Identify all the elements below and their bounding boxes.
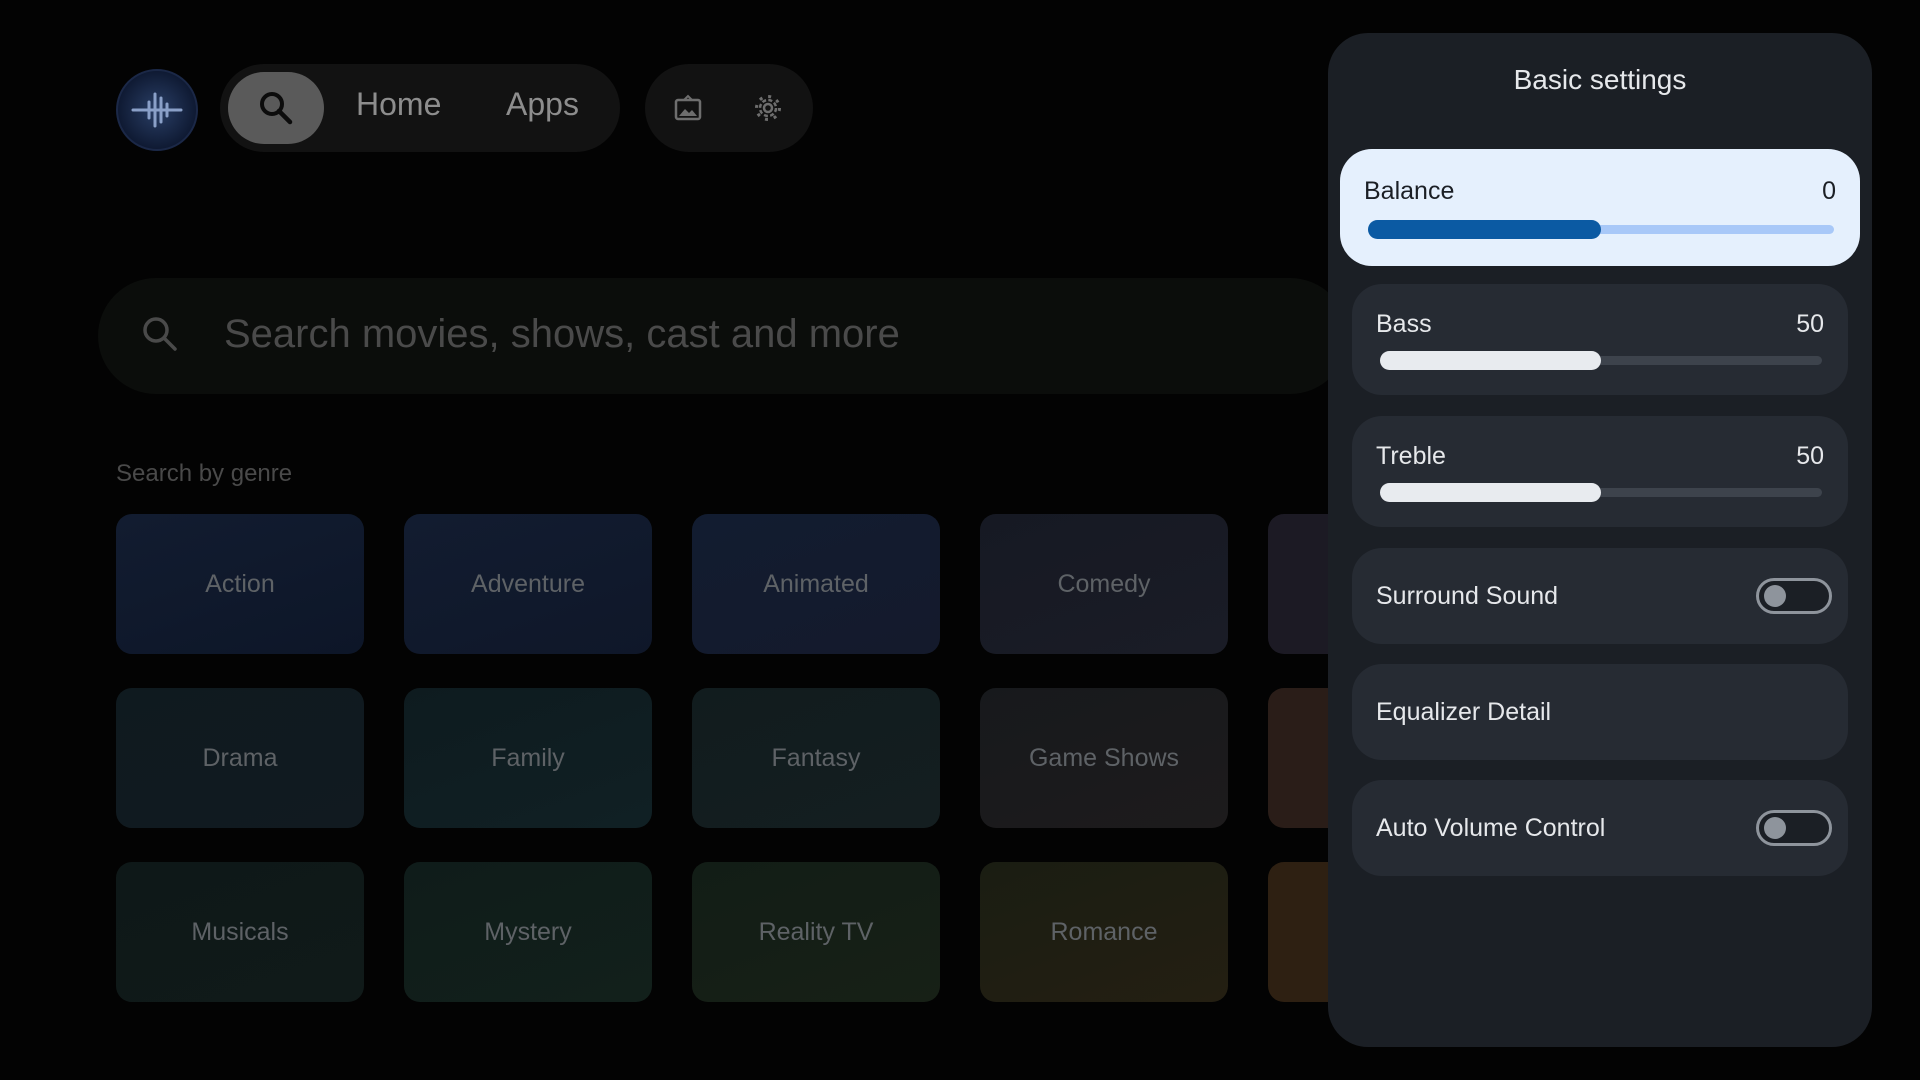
toggle-knob [1764,585,1786,607]
gear-icon [755,95,781,121]
tv-screen: Home Apps Search movies, shows, cast and… [0,0,1920,1080]
nav-search-button[interactable] [228,72,324,144]
genre-tile-partial[interactable] [1268,862,1328,1002]
genre-tile[interactable]: Musicals [116,862,364,1002]
balance-label: Balance [1364,177,1455,205]
settings-button[interactable] [748,88,788,128]
nav-home-tab[interactable]: Home [356,86,441,123]
genre-label: Action [205,569,275,598]
genre-label: Family [491,743,565,772]
bass-label: Bass [1376,310,1432,338]
genre-tile[interactable]: Mystery [404,862,652,1002]
balance-slider-row[interactable]: Balance 0 [1340,149,1860,266]
panel-title: Basic settings [1513,64,1687,95]
genre-tile[interactable]: Game Shows [980,688,1228,828]
genre-tile-partial[interactable] [1268,514,1328,654]
auto-volume-control-row[interactable]: Auto Volume Control [1352,780,1848,876]
genre-label: Game Shows [1028,743,1180,772]
balance-slider-track[interactable] [1368,220,1834,239]
surround-sound-row[interactable]: Surround Sound [1352,548,1848,644]
profile-avatar[interactable] [116,69,198,151]
genre-heading: Search by genre [116,460,293,487]
surround-sound-toggle[interactable] [1756,578,1832,614]
treble-label: Treble [1376,442,1446,470]
bass-slider-track[interactable] [1380,351,1822,370]
equalizer-detail-row[interactable]: Equalizer Detail [1352,664,1848,760]
genre-label: Mystery [484,917,572,946]
genre-tile[interactable]: Adventure [404,514,652,654]
toggle-knob [1764,817,1786,839]
ambient-mode-button[interactable] [668,88,708,128]
surround-sound-label: Surround Sound [1376,582,1559,610]
genre-tile[interactable]: Animated [692,514,940,654]
genre-tile-partial[interactable] [1268,688,1328,828]
genre-tile[interactable]: Action [116,514,364,654]
search-field-icon [140,314,180,354]
bass-value: 50 [1796,310,1824,338]
genre-tile[interactable]: Reality TV [692,862,940,1002]
bass-slider-row[interactable]: Bass 50 [1352,284,1848,395]
treble-slider-row[interactable]: Treble 50 [1352,416,1848,527]
auto-volume-control-toggle[interactable] [1756,810,1832,846]
genre-label: Adventure [471,569,585,598]
bass-slider-fill [1380,351,1601,370]
equalizer-detail-label: Equalizer Detail [1376,698,1552,726]
waveform-icon [131,92,183,128]
genre-tile[interactable]: Fantasy [692,688,940,828]
genre-label: Animated [763,569,869,598]
search-placeholder: Search movies, shows, cast and more [224,312,900,356]
treble-slider-track[interactable] [1380,483,1822,502]
balance-value: 0 [1822,177,1836,205]
genre-label: Reality TV [758,917,874,946]
search-icon [143,317,177,351]
genre-label: Drama [202,743,278,772]
balance-slider-fill [1368,220,1601,239]
genre-tile[interactable]: Drama [116,688,364,828]
genre-label: Musicals [191,917,289,946]
genre-label: Comedy [1057,569,1151,598]
genre-tile[interactable]: Family [404,688,652,828]
auto-volume-control-label: Auto Volume Control [1376,814,1606,842]
treble-value: 50 [1796,442,1824,470]
genre-tile[interactable]: Comedy [980,514,1228,654]
genre-tile[interactable]: Romance [980,862,1228,1002]
genre-label: Romance [1050,917,1158,946]
genre-label: Fantasy [771,743,861,772]
treble-slider-fill [1380,483,1601,502]
photo-frame-icon [674,94,702,121]
nav-apps-tab[interactable]: Apps [506,86,579,123]
search-icon [260,92,293,125]
